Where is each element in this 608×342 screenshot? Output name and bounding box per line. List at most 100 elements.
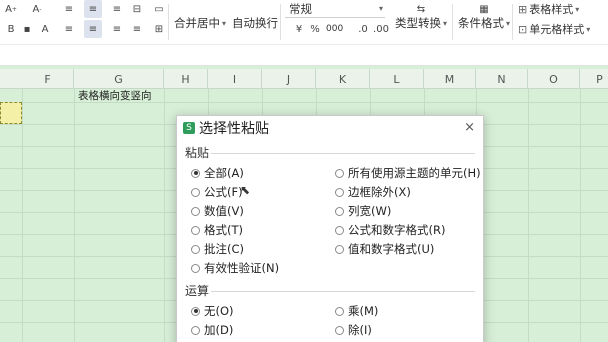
auto-wrap-button[interactable]: 自动换行	[232, 14, 278, 32]
paste-option-comments[interactable]: 批注(C)	[191, 241, 244, 257]
chevron-down-icon: ▾	[443, 18, 448, 28]
font-size-decrease-icon[interactable]: A-	[28, 0, 46, 18]
column-header-l[interactable]: L	[370, 69, 424, 89]
radio-icon	[335, 306, 344, 316]
app-logo-icon: S	[183, 122, 195, 134]
paste-option-column-widths[interactable]: 列宽(W)	[335, 203, 391, 219]
column-header-g[interactable]: G	[74, 69, 164, 89]
thousands-separator-icon[interactable]: 000	[326, 20, 343, 38]
operation-option-add[interactable]: 加(D)	[191, 322, 233, 338]
option-label: 公式和数字格式(R)	[348, 223, 446, 237]
align-right-icon[interactable]: ≡	[108, 20, 126, 38]
chevron-down-icon: ▾	[222, 18, 227, 28]
copied-cell-marquee[interactable]	[0, 102, 22, 124]
paste-option-source-theme[interactable]: 所有使用源主题的单元(H)	[335, 165, 481, 181]
column-header-m[interactable]: M	[424, 69, 476, 89]
radio-selected-icon	[191, 168, 200, 178]
justify-icon[interactable]: ⊞	[150, 20, 168, 38]
align-center-icon[interactable]: ≡	[84, 20, 102, 38]
radio-icon	[335, 168, 344, 178]
column-header-row: F G H I J K L M N O P	[0, 69, 608, 89]
conditional-format-button[interactable]: 条件格式 ▾	[458, 14, 510, 32]
paste-section-label: 粘贴	[185, 146, 210, 160]
align-left-icon[interactable]: ≡	[60, 20, 78, 38]
cell-g-text[interactable]: 表格横向变竖向	[78, 88, 152, 103]
operation-option-divide[interactable]: 除(I)	[335, 322, 372, 338]
operation-option-multiply[interactable]: 乘(M)	[335, 303, 378, 319]
radio-icon	[335, 244, 344, 254]
close-icon[interactable]: ×	[464, 120, 475, 135]
table-style-icon: ⊞	[518, 2, 528, 16]
ribbon-toolbar: A + A- ≡ ≡ ≡ ⊟ ▭ 常规 ▾ ⇆ ▦ ⊞ 表格样式 ▾ B ▪ A …	[0, 0, 608, 44]
grid-line	[528, 89, 529, 342]
section-divider	[211, 153, 475, 154]
formula-bar[interactable]	[0, 44, 608, 66]
radio-icon	[191, 244, 200, 254]
increase-decimal-icon[interactable]: .0	[354, 20, 372, 38]
type-convert-label: 类型转换	[395, 16, 441, 30]
align-bottom-icon[interactable]: ≡	[108, 0, 126, 18]
radio-selected-icon	[191, 306, 200, 316]
orientation-icon[interactable]: ⊟	[128, 0, 146, 18]
radio-icon	[191, 325, 200, 335]
percent-icon[interactable]: %	[306, 20, 324, 38]
align-top-icon[interactable]: ≡	[60, 0, 78, 18]
radio-icon	[335, 225, 344, 235]
paste-option-values[interactable]: 数值(V)	[191, 203, 244, 219]
option-label: 批注(C)	[204, 242, 245, 256]
align-middle-icon[interactable]: ≡	[84, 0, 102, 18]
column-header-n[interactable]: N	[476, 69, 528, 89]
paste-option-validation[interactable]: 有效性验证(N)	[191, 260, 279, 276]
dialog-header[interactable]: S 选择性粘贴 ×	[177, 116, 483, 140]
radio-icon	[335, 187, 344, 197]
paste-option-values-number-formats[interactable]: 值和数字格式(U)	[335, 241, 434, 257]
cell-style-label: 单元格样式	[529, 23, 585, 36]
column-header-h[interactable]: H	[164, 69, 208, 89]
indent-icon[interactable]: ▭	[150, 0, 168, 18]
cell-style-button[interactable]: ⊡ 单元格样式 ▾	[518, 20, 590, 38]
number-format-value: 常规	[289, 1, 312, 16]
column-header-k[interactable]: K	[316, 69, 370, 89]
table-style-label: 表格样式	[529, 3, 574, 16]
column-header-j[interactable]: J	[262, 69, 316, 89]
ribbon-divider	[512, 4, 513, 40]
mouse-cursor-icon: ⬉	[240, 183, 251, 197]
paste-option-formulas-number-formats[interactable]: 公式和数字格式(R)	[335, 222, 445, 238]
option-label: 列宽(W)	[348, 204, 392, 218]
option-label: 加(D)	[204, 323, 234, 337]
column-header-f[interactable]: F	[22, 69, 74, 89]
font-color-icon[interactable]: A	[36, 20, 54, 38]
operation-section-label: 运算	[185, 284, 210, 298]
auto-wrap-label: 自动换行	[232, 16, 278, 30]
option-label: 公式(F)	[204, 185, 243, 199]
column-header-i[interactable]: I	[208, 69, 262, 89]
paste-option-formulas[interactable]: 公式(F)	[191, 184, 243, 200]
paste-option-formats[interactable]: 格式(T)	[191, 222, 243, 238]
chevron-down-icon: ▾	[575, 4, 580, 14]
grid-line	[580, 89, 581, 342]
option-label: 无(O)	[204, 304, 234, 318]
conditional-format-label: 条件格式	[458, 16, 504, 30]
paste-option-all[interactable]: 全部(A)	[191, 165, 244, 181]
decrease-decimal-icon[interactable]: .00	[372, 20, 390, 38]
column-header-p[interactable]: P	[580, 69, 608, 89]
grid-line	[22, 89, 23, 342]
distribute-icon[interactable]: ≡	[128, 20, 146, 38]
fill-color-icon[interactable]: ▪	[18, 20, 36, 38]
ribbon-divider	[452, 4, 453, 40]
operation-option-none[interactable]: 无(O)	[191, 303, 234, 319]
ribbon-divider	[280, 4, 281, 40]
chevron-down-icon: ▾	[378, 4, 383, 13]
option-label: 有效性验证(N)	[204, 261, 280, 275]
option-label: 除(I)	[348, 323, 372, 337]
table-style-button[interactable]: ⊞ 表格样式 ▾	[518, 0, 579, 18]
paste-option-except-borders[interactable]: 边框除外(X)	[335, 184, 411, 200]
grid-line	[164, 89, 165, 342]
column-header-o[interactable]: O	[528, 69, 580, 89]
font-size-increase-icon[interactable]: A +	[2, 0, 20, 18]
ribbon-divider	[168, 4, 169, 40]
type-convert-button[interactable]: 类型转换 ▾	[395, 14, 447, 32]
merge-center-button[interactable]: 合并居中 ▾	[174, 14, 226, 32]
number-format-dropdown[interactable]: 常规 ▾	[285, 0, 385, 18]
radio-icon	[191, 225, 200, 235]
